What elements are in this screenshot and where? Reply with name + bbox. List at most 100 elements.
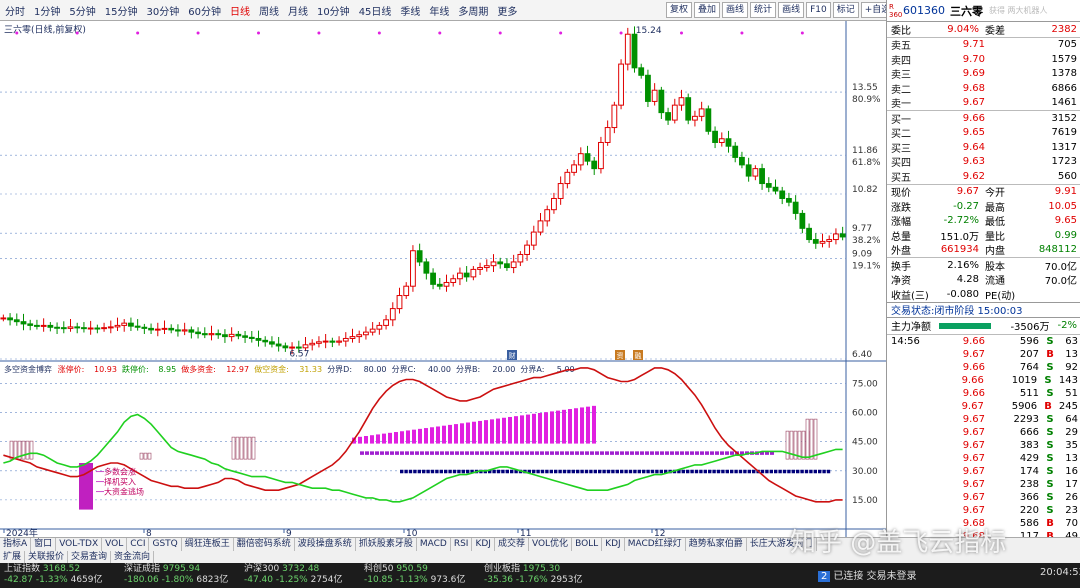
indicator-tab[interactable]: VOL: [102, 538, 128, 551]
period-tab[interactable]: 日线: [227, 3, 253, 18]
candle-body[interactable]: [598, 141, 604, 170]
candle-body[interactable]: [685, 97, 692, 121]
candle-body[interactable]: [363, 331, 369, 336]
candle-body[interactable]: [530, 231, 537, 246]
candle-body[interactable]: [651, 89, 658, 102]
candle-body[interactable]: [181, 329, 188, 332]
candle-body[interactable]: [524, 244, 530, 255]
period-tab[interactable]: 更多: [494, 3, 520, 18]
indicator-tab[interactable]: VOL-TDX: [56, 538, 103, 551]
index-item[interactable]: 上证指数 3168.52: [4, 564, 116, 575]
index-item[interactable]: 沪深300 3732.48: [244, 564, 356, 575]
level-row[interactable]: 买二 9.65 7619: [887, 126, 1080, 140]
candle-body[interactable]: [423, 261, 430, 274]
candle-body[interactable]: [81, 327, 87, 330]
candle-body[interactable]: [121, 322, 128, 326]
function-tab[interactable]: 关联报价: [25, 551, 69, 563]
candle-body[interactable]: [792, 201, 799, 214]
candle-body[interactable]: [161, 327, 168, 330]
candle-body[interactable]: [295, 346, 302, 349]
level-row[interactable]: 卖四 9.70 1579: [887, 52, 1080, 67]
period-tab[interactable]: 10分钟: [314, 3, 353, 18]
candle-body[interactable]: [470, 268, 477, 278]
stock-code[interactable]: 601360: [903, 4, 945, 17]
candle-body[interactable]: [658, 89, 665, 114]
candle-body[interactable]: [67, 326, 74, 329]
tool-button[interactable]: 复权: [666, 2, 693, 18]
candle-body[interactable]: [316, 341, 322, 344]
candle-body[interactable]: [826, 239, 833, 242]
candle-body[interactable]: [389, 308, 396, 321]
candle-body[interactable]: [557, 183, 564, 199]
period-tab[interactable]: 年线: [426, 3, 452, 18]
candle-body[interactable]: [94, 327, 101, 330]
tool-button[interactable]: 叠加: [694, 2, 721, 18]
candle-body[interactable]: [443, 281, 450, 287]
candle-body[interactable]: [624, 33, 631, 65]
candle-body[interactable]: [329, 340, 336, 343]
candle-body[interactable]: [698, 108, 705, 117]
candle-body[interactable]: [27, 323, 34, 326]
candle-body[interactable]: [356, 334, 363, 338]
tool-button[interactable]: 标记: [832, 2, 859, 18]
candle-body[interactable]: [383, 319, 389, 326]
period-tab[interactable]: 周线: [256, 3, 282, 18]
indicator-tab[interactable]: KDJ: [602, 538, 625, 551]
period-tab[interactable]: 15分钟: [102, 3, 141, 18]
indicator-tab[interactable]: GSTQ: [149, 538, 182, 551]
tool-button[interactable]: 统计: [750, 2, 777, 18]
indicator-tab[interactable]: CCI: [127, 538, 150, 551]
level-row[interactable]: 买一 9.66 3152: [887, 111, 1080, 126]
candle-body[interactable]: [436, 283, 443, 287]
candle-body[interactable]: [665, 112, 671, 121]
level-row[interactable]: 买四 9.63 1723: [887, 155, 1080, 169]
indicator-tab[interactable]: 窗口: [31, 538, 57, 551]
indicator-tab[interactable]: RSI: [451, 538, 473, 551]
candle-body[interactable]: [107, 326, 114, 329]
level-row[interactable]: 卖三 9.69 1378: [887, 67, 1080, 81]
candle-body[interactable]: [369, 328, 376, 333]
candle-body[interactable]: [7, 317, 13, 321]
candle-body[interactable]: [87, 327, 94, 330]
candle-body[interactable]: [269, 341, 275, 345]
candle-body[interactable]: [645, 74, 651, 102]
period-tab[interactable]: 45日线: [356, 3, 395, 18]
function-tab[interactable]: 资金流向: [111, 551, 155, 563]
candle-body[interactable]: [510, 261, 517, 269]
candle-body[interactable]: [47, 324, 54, 328]
candle-body[interactable]: [40, 324, 47, 327]
candle-body[interactable]: [504, 263, 510, 269]
period-tab[interactable]: 分时: [2, 3, 28, 18]
candle-body[interactable]: [255, 337, 262, 341]
candle-body[interactable]: [309, 342, 316, 346]
function-tab[interactable]: 扩展: [0, 551, 26, 563]
candle-body[interactable]: [577, 153, 584, 166]
candle-body[interactable]: [839, 233, 846, 238]
indicator-tab[interactable]: 抓妖股素牙股: [356, 538, 417, 551]
indicator-tab[interactable]: 指标A: [0, 538, 32, 551]
period-tab[interactable]: 60分钟: [185, 3, 224, 18]
candle-body[interactable]: [13, 319, 20, 323]
candle-body[interactable]: [349, 336, 356, 339]
candle-body[interactable]: [517, 253, 524, 263]
candle-body[interactable]: [611, 104, 618, 129]
indicator-tab[interactable]: VOL优化: [529, 538, 573, 551]
candle-body[interactable]: [248, 336, 255, 339]
candle-body[interactable]: [759, 168, 765, 185]
candle-body[interactable]: [188, 329, 195, 333]
candle-body[interactable]: [483, 265, 490, 269]
candle-body[interactable]: [376, 324, 383, 330]
period-tab[interactable]: 30分钟: [143, 3, 182, 18]
candle-body[interactable]: [235, 333, 242, 337]
kline-svg[interactable]: 三六零(日线,前复权)13.5511.8610.829.779.096.4080…: [0, 21, 886, 537]
candle-body[interactable]: [739, 156, 745, 166]
indicator-tab[interactable]: KDJ: [472, 538, 495, 551]
tool-button[interactable]: 画线: [722, 2, 749, 18]
indicator-tab[interactable]: MACD: [417, 538, 451, 551]
candle-body[interactable]: [60, 327, 67, 330]
candle-body[interactable]: [631, 33, 638, 69]
candle-body[interactable]: [497, 261, 504, 265]
candle-body[interactable]: [745, 164, 752, 177]
candle-body[interactable]: [564, 171, 571, 185]
candle-body[interactable]: [463, 272, 470, 278]
